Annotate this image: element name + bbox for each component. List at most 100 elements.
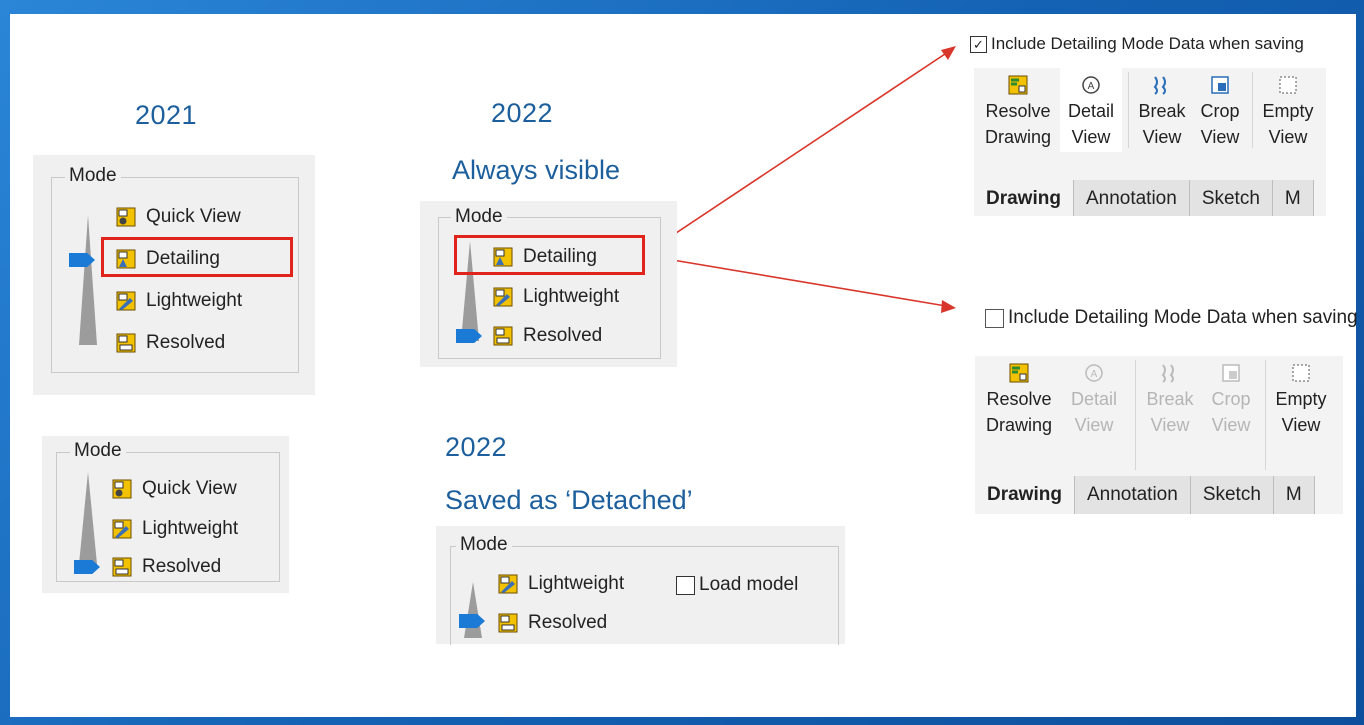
tab-more[interactable]: M	[1272, 180, 1314, 216]
checkbox-box[interactable]	[985, 308, 1004, 328]
tab-annotation[interactable]: Annotation	[1073, 180, 1190, 216]
button-label-line2: View	[1071, 127, 1111, 147]
empty-view-icon	[1292, 364, 1310, 382]
button-label-line2: View	[1074, 415, 1114, 435]
resolved-icon	[112, 557, 132, 577]
quick-view-icon	[116, 207, 136, 227]
ribbon-separator	[1128, 72, 1129, 148]
tab-drawing[interactable]: Drawing	[974, 180, 1074, 216]
detail-view-button: A Detail View	[1063, 356, 1125, 438]
detailing-highlight	[101, 237, 293, 277]
mode-item-label: Resolved	[528, 612, 608, 633]
checkbox-box[interactable]: ✓	[970, 35, 987, 53]
tab-sketch[interactable]: Sketch	[1190, 476, 1274, 514]
button-label-line1: Empty	[1262, 101, 1314, 121]
tab-more[interactable]: M	[1273, 476, 1315, 514]
mode-item-label: Resolved	[146, 332, 226, 353]
mode-slider-track	[79, 215, 97, 345]
ribbon-separator	[1252, 72, 1253, 148]
resolved-icon	[116, 333, 136, 353]
load-model-checkbox[interactable]: Load model	[676, 574, 798, 596]
crop-view-icon	[1211, 76, 1229, 94]
lightweight-icon	[493, 287, 513, 307]
mode-item-lightweight[interactable]: Lightweight	[116, 290, 242, 312]
button-label-line1: Break	[1146, 389, 1194, 409]
mode-item-quick-view[interactable]: Quick View	[112, 478, 237, 500]
resolve-drawing-icon	[1009, 363, 1029, 383]
mode-item-quick-view[interactable]: Quick View	[116, 206, 241, 228]
arrow-to-checked	[642, 51, 949, 256]
mode-label: Mode	[65, 166, 121, 186]
quick-view-icon	[112, 479, 132, 499]
mode-item-label: Quick View	[142, 478, 237, 499]
lightweight-icon	[498, 574, 518, 594]
load-model-label: Load model	[699, 574, 799, 595]
mode-item-lightweight[interactable]: Lightweight	[112, 518, 238, 540]
button-label-line1: Detail	[1067, 101, 1115, 121]
button-label-line1: Resolve	[986, 389, 1052, 409]
year-2022-title: 2022	[491, 98, 554, 128]
detail-view-button[interactable]: A Detail View	[1060, 68, 1122, 152]
button-label-line2: View	[1200, 127, 1240, 147]
button-label-line2: View	[1281, 415, 1321, 435]
year-2022-detached-title: 2022	[445, 432, 508, 462]
mode-item-lightweight[interactable]: Lightweight	[493, 286, 619, 308]
detail-view-icon: A	[1085, 364, 1103, 382]
ribbon-tabs: Drawing Annotation Sketch M	[974, 180, 1314, 216]
mode-slider-track	[464, 582, 482, 638]
break-view-button[interactable]: Break View	[1134, 68, 1190, 150]
tab-annotation[interactable]: Annotation	[1074, 476, 1191, 514]
ribbon-checked: Resolve Drawing A Detail View Break View…	[974, 68, 1326, 216]
button-label-line1: Detail	[1070, 389, 1118, 409]
button-label-line1: Break	[1138, 101, 1186, 121]
detailing-highlight	[454, 235, 645, 275]
button-label-line1: Empty	[1275, 389, 1327, 409]
button-label-line1: Resolve	[985, 101, 1051, 121]
button-label-line2: Drawing	[985, 415, 1053, 435]
mode-item-label: Lightweight	[146, 290, 243, 311]
button-label-line2: View	[1268, 127, 1308, 147]
arrowhead-checked	[941, 46, 956, 60]
mode-item-label: Resolved	[523, 325, 603, 346]
resolve-drawing-button[interactable]: Resolve Drawing	[980, 68, 1056, 150]
mode-panel-2022-visible: Mode Detailing Lightweight Resolved	[420, 201, 677, 367]
resolve-drawing-button[interactable]: Resolve Drawing	[981, 356, 1057, 438]
mode-slider-track	[79, 472, 97, 564]
lightweight-icon	[116, 291, 136, 311]
detail-view-icon: A	[1082, 76, 1100, 94]
lightweight-icon	[112, 519, 132, 539]
tab-drawing[interactable]: Drawing	[975, 476, 1075, 514]
button-label-line2: View	[1150, 415, 1190, 435]
crop-view-button[interactable]: Crop View	[1192, 68, 1248, 150]
include-detailing-checkbox-checked[interactable]: ✓ Include Detailing Mode Data when savin…	[970, 34, 1304, 54]
mode-label: Mode	[451, 207, 507, 227]
mode-panel-2021: Mode Quick View Detailing Lightweight Re…	[33, 155, 315, 395]
crop-view-icon	[1222, 364, 1240, 382]
arrow-to-unchecked	[642, 254, 947, 307]
resolved-icon	[493, 326, 513, 346]
mode-item-label: Lightweight	[142, 518, 239, 539]
button-label-line1: Crop	[1211, 389, 1251, 409]
mode-item-resolved[interactable]: Resolved	[116, 332, 225, 354]
resolved-icon	[498, 613, 518, 633]
mode-item-resolved[interactable]: Resolved	[498, 612, 607, 634]
mode-item-label: Quick View	[146, 206, 241, 227]
mode-panel-2022-detached: Mode Lightweight Resolved Load model	[436, 526, 845, 645]
tab-sketch[interactable]: Sketch	[1189, 180, 1273, 216]
empty-view-button[interactable]: Empty View	[1269, 356, 1333, 438]
button-label-line2: View	[1142, 127, 1182, 147]
arrowhead-unchecked	[941, 300, 956, 313]
mode-item-lightweight[interactable]: Lightweight	[498, 573, 624, 595]
empty-view-button[interactable]: Empty View	[1256, 68, 1320, 150]
empty-view-icon	[1279, 76, 1297, 94]
checkbox-label: Include Detailing Mode Data when saving	[1008, 307, 1358, 328]
ribbon-unchecked: Resolve Drawing A Detail View Break View…	[975, 356, 1343, 514]
crop-view-button: Crop View	[1203, 356, 1259, 438]
svg-text:A: A	[1088, 81, 1095, 92]
mode-item-resolved[interactable]: Resolved	[493, 325, 602, 347]
include-detailing-checkbox-unchecked[interactable]: Include Detailing Mode Data when saving	[985, 307, 1358, 329]
mode-item-resolved[interactable]: Resolved	[112, 556, 221, 578]
mode-item-label: Lightweight	[528, 573, 625, 594]
break-view-icon	[1153, 76, 1166, 95]
checkbox-box[interactable]	[676, 575, 695, 595]
